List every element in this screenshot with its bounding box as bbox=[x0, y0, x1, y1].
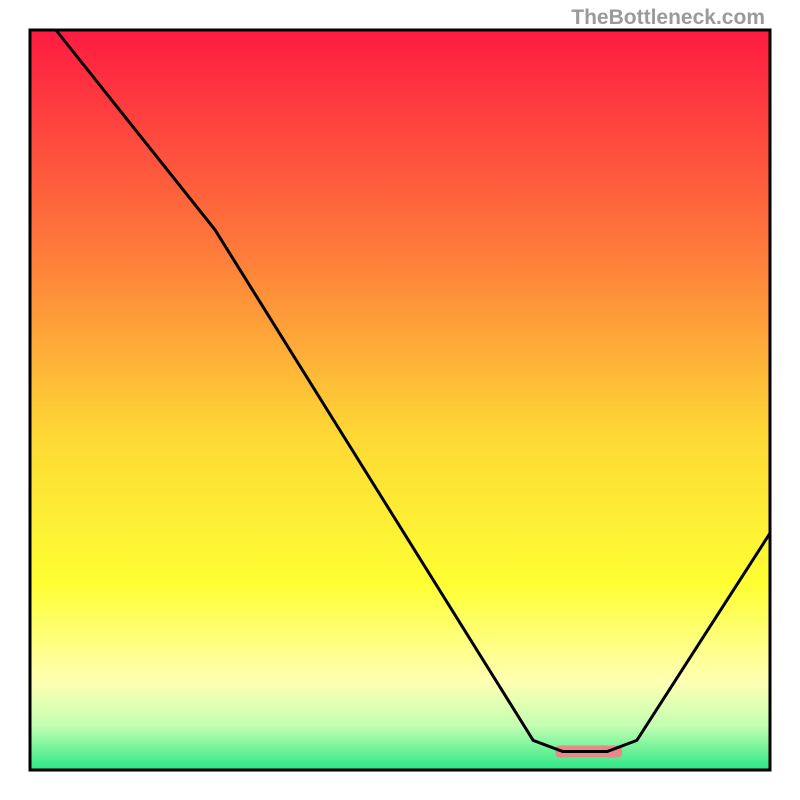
plot-background bbox=[30, 30, 770, 770]
watermark-text: TheBottleneck.com bbox=[571, 6, 765, 30]
chart-container: TheBottleneck.com bbox=[0, 0, 800, 800]
chart-svg bbox=[0, 0, 800, 800]
